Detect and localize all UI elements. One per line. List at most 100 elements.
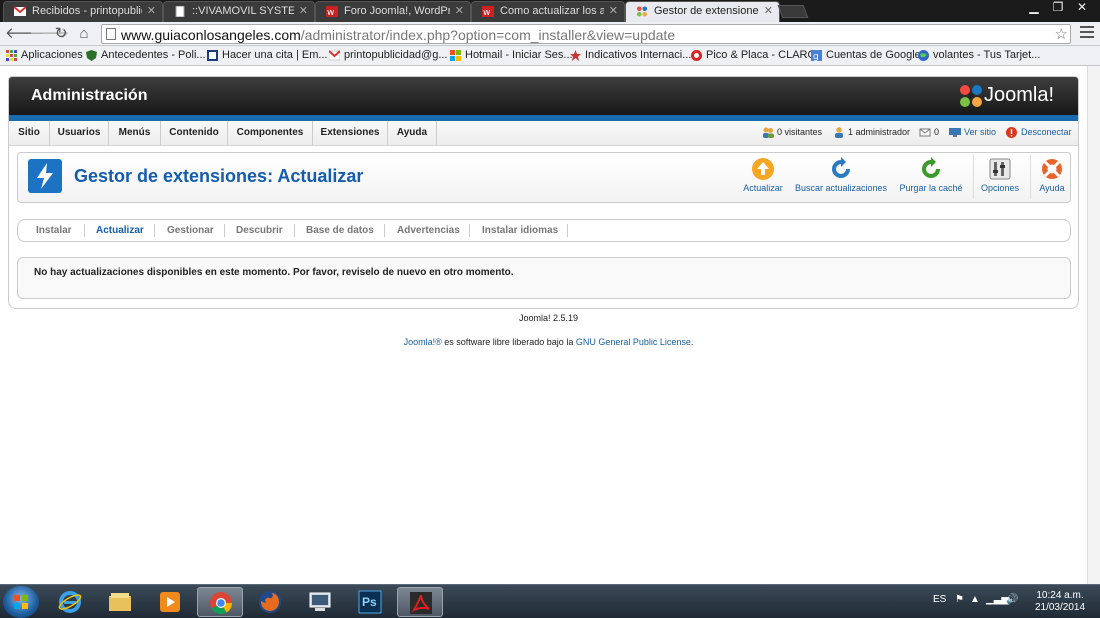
taskbar-network-window[interactable]	[297, 587, 343, 617]
taskbar-media-player[interactable]	[147, 587, 193, 617]
logout-link[interactable]: Desconectar	[1006, 127, 1072, 138]
reload-icon[interactable]: ↻	[52, 25, 70, 43]
address-bar[interactable]: www.guiaconlosangeles.com/administrator/…	[101, 24, 1071, 44]
page-info-icon[interactable]	[106, 28, 116, 40]
actualizar-button[interactable]: Actualizar	[739, 157, 787, 199]
refresh-green-icon	[922, 157, 940, 178]
tab-label: Como actualizar los archi	[500, 5, 604, 17]
tab-label: Foro Joomla!, WordPress	[344, 5, 450, 17]
joomla-link[interactable]: Joomla!®	[404, 337, 442, 347]
joomla-logo-text: Joomla!	[984, 84, 1055, 106]
window-close-icon[interactable]: ✕	[1070, 0, 1094, 16]
url-host: www.guiaconlosangeles.com	[121, 27, 301, 43]
bookmark-indicativos[interactable]: Indicativos Internaci...	[570, 49, 691, 61]
close-icon[interactable]: ✕	[455, 2, 464, 21]
vertical-scrollbar[interactable]	[1087, 66, 1100, 584]
taskbar-chrome[interactable]	[197, 587, 243, 617]
tab-actualizar[interactable]: Actualizar	[96, 225, 144, 236]
language-indicator[interactable]: ES	[933, 594, 946, 605]
toolbar-divider	[973, 155, 974, 199]
view-site-link[interactable]: Ver sitio	[949, 127, 996, 137]
admin-title: Administración	[31, 87, 148, 104]
opciones-button[interactable]: Opciones	[978, 157, 1022, 199]
gmail-icon	[14, 6, 26, 16]
button-label: Ayuda	[1039, 183, 1065, 193]
tab-base-de-datos[interactable]: Base de datos	[306, 225, 374, 236]
bookmark-volantes[interactable]: volantes - Tus Tarjet...	[918, 49, 1040, 61]
submenu-divider	[384, 224, 385, 237]
menu-componentes[interactable]: Componentes	[228, 121, 313, 145]
no-updates-message: No hay actualizaciones disponibles en es…	[17, 257, 1071, 299]
tab-instalar-idiomas[interactable]: Instalar idiomas	[482, 225, 558, 236]
gpl-link[interactable]: GNU General Public License	[576, 337, 691, 347]
users-icon	[763, 127, 774, 138]
tab-vivamovil[interactable]: ::VIVAMOVIL SYSTEM:: ✕	[163, 1, 315, 22]
close-icon[interactable]: ✕	[147, 2, 156, 21]
tab-foro-joomla[interactable]: w Foro Joomla!, WordPress ✕	[315, 1, 471, 22]
minimize-icon[interactable]: ▁	[1022, 0, 1046, 16]
bookmark-star-icon[interactable]: ☆	[1055, 25, 1068, 43]
purgar-cache-button[interactable]: Purgar la caché	[898, 157, 964, 199]
forward-arrow-icon[interactable]: 🡒	[29, 25, 69, 43]
acrobat-icon	[410, 592, 432, 614]
tab-label: Gestor de extensiones - Ac	[654, 5, 759, 17]
volume-icon[interactable]: 🔊	[1006, 594, 1018, 605]
browser-menu-icon[interactable]	[1080, 26, 1094, 40]
tab-gmail[interactable]: Recibidos - printopublicid ✕	[3, 1, 163, 22]
menu-sitio[interactable]: Sitio	[9, 121, 50, 145]
restore-icon[interactable]: ❐	[1046, 0, 1070, 16]
tab-gestor-extensiones[interactable]: Gestor de extensiones - Ac ✕	[625, 1, 780, 22]
windows-taskbar: Ps ES ⚑ ▲ ▁▃▅ 🔊 10:24 a.m. 21/03/2014	[0, 584, 1100, 618]
tab-instalar[interactable]: Instalar	[36, 225, 72, 236]
button-label: Opciones	[980, 183, 1020, 193]
close-icon[interactable]: ✕	[764, 2, 773, 21]
tab-como-actualizar[interactable]: w Como actualizar los archi ✕	[471, 1, 625, 22]
taskbar-file-explorer[interactable]	[97, 587, 143, 617]
ayuda-button[interactable]: Ayuda	[1034, 157, 1070, 199]
address-url[interactable]: www.guiaconlosangeles.com/administrator/…	[121, 27, 675, 43]
bookmark-antecedentes[interactable]: Antecedentes - Poli...	[86, 49, 206, 61]
bookmark-hacer-cita[interactable]: Hacer una cita | Em...	[207, 49, 328, 61]
button-label: Actualizar	[743, 183, 783, 193]
menu-ayuda[interactable]: Ayuda	[388, 121, 437, 145]
menu-contenido[interactable]: Contenido	[161, 121, 228, 145]
admin-header: Administración Joomla!	[9, 77, 1078, 115]
close-icon[interactable]: ✕	[609, 2, 618, 21]
taskbar-acrobat[interactable]	[397, 587, 443, 617]
photoshop-label: Ps	[362, 595, 377, 609]
submenu-divider	[469, 224, 470, 237]
new-tab-button[interactable]	[777, 5, 809, 18]
submenu-divider	[294, 224, 295, 237]
back-arrow-icon[interactable]: 🡐	[5, 25, 45, 43]
bookmark-pico-placa[interactable]: Pico & Placa - CLARO	[691, 49, 816, 61]
taskbar-internet-explorer[interactable]	[47, 587, 93, 617]
bookmark-hotmail[interactable]: Hotmail - Iniciar Ses...	[450, 49, 573, 61]
start-button[interactable]	[3, 586, 39, 618]
close-icon[interactable]: ✕	[299, 2, 308, 21]
apps-grid-icon	[6, 50, 17, 61]
menu-extensiones[interactable]: Extensiones	[313, 121, 388, 145]
extension-manager-icon	[28, 159, 62, 193]
joomla-logo[interactable]: Joomla!	[959, 83, 1075, 109]
menu-usuarios[interactable]: Usuarios	[50, 121, 109, 145]
home-icon[interactable]: ⌂	[75, 25, 93, 43]
status-messages[interactable]: 0	[919, 127, 939, 137]
tab-descubrir[interactable]: Descubrir	[236, 225, 283, 236]
bookmark-aplicaciones[interactable]: Aplicaciones	[6, 49, 83, 61]
taskbar-firefox[interactable]	[247, 587, 293, 617]
bookmark-printopublicidad[interactable]: printopublicidad@g...	[329, 49, 448, 61]
bookmark-cuentas-google[interactable]: g Cuentas de Google	[811, 49, 921, 61]
clock-time: 10:24 a.m.	[1036, 590, 1084, 601]
tab-gestionar[interactable]: Gestionar	[167, 225, 214, 236]
options-icon	[989, 158, 1011, 180]
taskbar-clock[interactable]: 10:24 a.m. 21/03/2014	[1030, 590, 1090, 614]
help-lifebuoy-icon	[1042, 159, 1062, 179]
menu-menus[interactable]: Menús	[109, 121, 161, 145]
taskbar-photoshop[interactable]: Ps	[347, 587, 393, 617]
google-icon: g	[811, 50, 822, 61]
tray-flag-icon[interactable]: ⚑	[955, 594, 964, 605]
tray-expand-icon[interactable]: ▲	[970, 594, 980, 605]
tab-advertencias[interactable]: Advertencias	[397, 225, 460, 236]
buscar-actualizaciones-button[interactable]: Buscar actualizaciones	[793, 157, 889, 199]
license-end: .	[690, 337, 694, 347]
